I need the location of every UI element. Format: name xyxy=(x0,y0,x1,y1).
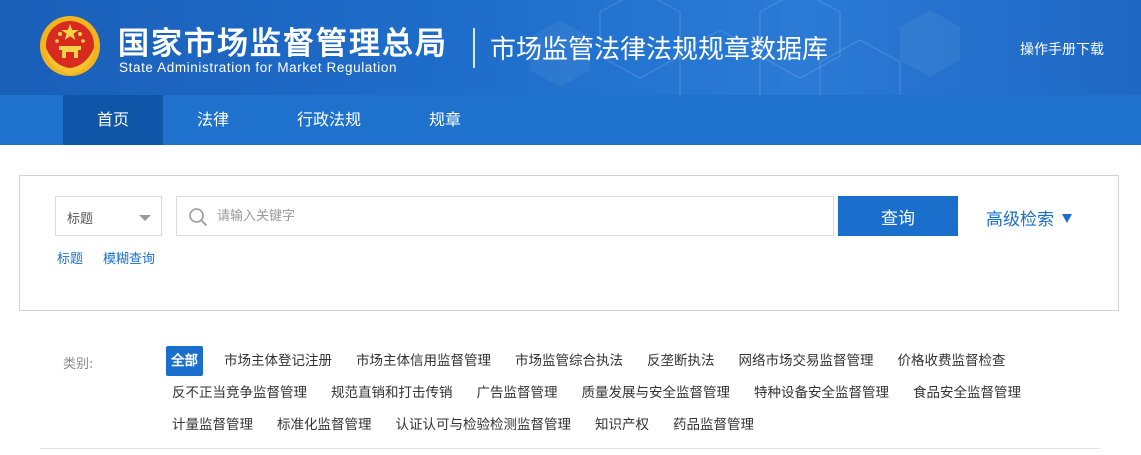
bottom-divider xyxy=(40,448,1100,449)
triangle-down-icon xyxy=(1062,214,1072,223)
category-item[interactable]: 食品安全监督管理 xyxy=(901,378,1033,408)
category-item[interactable]: 反不正当竞争监督管理 xyxy=(166,378,319,408)
site-header: 国家市场监督管理总局 State Administration for Mark… xyxy=(0,0,1141,95)
search-field-select[interactable]: 标题 xyxy=(55,196,162,236)
advanced-search-label: 高级检索 xyxy=(986,210,1054,230)
category-item[interactable]: 标准化监督管理 xyxy=(265,410,384,440)
org-name-cn: 国家市场监督管理总局 xyxy=(118,26,448,62)
search-mode-fuzzy[interactable]: 模糊查询 xyxy=(103,248,155,267)
manual-download-link[interactable]: 操作手册下载 xyxy=(1020,39,1104,59)
category-row: 全部 市场主体登记注册 市场主体信用监督管理 市场监管综合执法 反垄断执法 网络… xyxy=(166,346,1018,376)
search-panel: 标题 查询 高级检索 标题 模糊查询 xyxy=(19,175,1119,311)
org-name-en: State Administration for Market Regulati… xyxy=(119,60,398,75)
search-field-select-value: 标题 xyxy=(67,212,94,227)
category-item[interactable]: 质量发展与安全监督管理 xyxy=(570,378,743,408)
search-icon xyxy=(189,208,207,226)
header-divider xyxy=(473,28,475,68)
search-input[interactable] xyxy=(217,197,827,235)
category-item[interactable]: 计量监督管理 xyxy=(166,410,265,440)
category-item[interactable]: 市场监管综合执法 xyxy=(503,346,635,376)
nav-item-administrative-regulations[interactable]: 行政法规 xyxy=(263,95,395,145)
category-item[interactable]: 知识产权 xyxy=(583,410,661,440)
category-label: 类别: xyxy=(63,357,94,372)
search-mode-links: 标题 模糊查询 xyxy=(57,248,155,267)
database-title: 市场监管法律法规规章数据库 xyxy=(490,35,829,65)
category-item[interactable]: 网络市场交易监督管理 xyxy=(727,346,886,376)
category-item[interactable]: 市场主体信用监督管理 xyxy=(344,346,503,376)
category-item[interactable]: 特种设备安全监督管理 xyxy=(742,378,901,408)
category-item[interactable]: 价格收费监督检查 xyxy=(886,346,1018,376)
advanced-search-toggle[interactable]: 高级检索 xyxy=(986,205,1072,230)
category-item[interactable]: 药品监督管理 xyxy=(661,410,766,440)
nav-item-home[interactable]: 首页 xyxy=(63,95,164,145)
search-input-wrapper xyxy=(176,196,834,236)
search-mode-title[interactable]: 标题 xyxy=(57,248,83,267)
category-row: 反不正当竞争监督管理 规范直销和打击传销 广告监督管理 质量发展与安全监督管理 … xyxy=(166,378,1033,408)
query-button[interactable]: 查询 xyxy=(838,196,958,236)
category-row: 计量监督管理 标准化监督管理 认证认可与检验检测监督管理 知识产权 药品监督管理 xyxy=(166,410,766,440)
national-emblem-icon xyxy=(40,16,100,76)
nav-item-rules[interactable]: 规章 xyxy=(395,95,495,145)
nav-item-law[interactable]: 法律 xyxy=(163,95,263,145)
category-item-all[interactable]: 全部 xyxy=(166,346,203,376)
category-item[interactable]: 市场主体登记注册 xyxy=(212,346,344,376)
category-item[interactable]: 反垄断执法 xyxy=(635,346,727,376)
category-item[interactable]: 认证认可与检验检测监督管理 xyxy=(384,410,584,440)
category-item[interactable]: 规范直销和打击传销 xyxy=(319,378,465,408)
chevron-down-icon xyxy=(139,215,151,221)
category-item[interactable]: 广告监督管理 xyxy=(465,378,570,408)
main-nav: 首页 法律 行政法规 规章 xyxy=(0,95,1141,145)
